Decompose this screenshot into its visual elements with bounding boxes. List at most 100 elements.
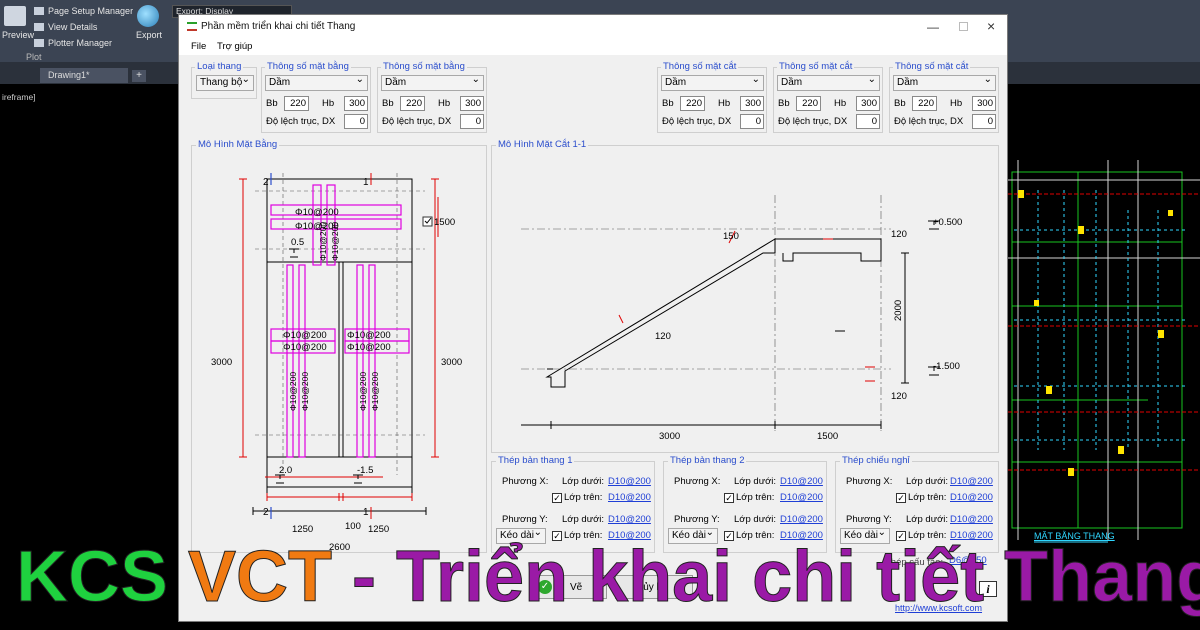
section-dim-120-top: 120	[891, 229, 907, 240]
section-3-bb-input[interactable]: 220	[912, 96, 937, 111]
section-1-dx-label: Độ lệch trục, DX	[662, 116, 732, 127]
section-3-hb-input[interactable]: 300	[972, 96, 996, 111]
section-params-3: Thông số mặt cắt Dầm Bb 220 Hb 300 Độ lệ…	[889, 61, 999, 133]
section-params-2-title: Thông số mặt cắt	[777, 61, 855, 72]
export-button-label[interactable]: Export	[136, 30, 162, 40]
maximize-icon	[959, 22, 968, 31]
section-2-type-combo[interactable]: Dầm	[777, 73, 880, 91]
drawing-tab[interactable]: Drawing1*	[40, 68, 128, 83]
steel-1-y-duoi-link[interactable]: D10@200	[608, 514, 651, 525]
steel-3-x-tren-link[interactable]: D10@200	[950, 492, 993, 503]
plan-1-bb-input[interactable]: 220	[284, 96, 309, 111]
steel-1-x-duoi-label: Lớp dưới:	[562, 476, 605, 487]
viewport-style-label[interactable]: ireframe]	[2, 92, 36, 102]
loai-thang-combo[interactable]: Thang bộ	[196, 73, 254, 91]
new-tab-button[interactable]: +	[132, 70, 146, 82]
headline-vct: VCT	[188, 537, 333, 618]
steel-3-x-tren-checkbox[interactable]: ✓	[896, 493, 906, 503]
plan-rebar-label-5: Φ10@200	[347, 330, 391, 341]
view-details-button[interactable]: View Details	[48, 22, 97, 32]
plan-rebar-label-3: Φ10@200	[283, 330, 327, 341]
steel-2-y-duoi-link[interactable]: D10@200	[780, 514, 823, 525]
section-model-title: Mô Hình Mặt Cắt 1-1	[496, 139, 589, 150]
plan-dim-left: 3000	[211, 357, 232, 368]
view-details-icon	[34, 23, 44, 31]
menu-help[interactable]: Trợ giúp	[217, 41, 252, 52]
menu-file[interactable]: File	[191, 41, 206, 52]
plotter-manager-icon	[34, 39, 44, 47]
plotter-manager-button[interactable]: Plotter Manager	[48, 38, 112, 48]
steel-1-y-duoi-label: Lớp dưới:	[562, 514, 605, 525]
plan-vrebar-2: Φ10@200	[330, 222, 340, 261]
plot-panel-label: Plot	[26, 52, 42, 62]
plan-2-hb-label: Hb	[438, 98, 451, 109]
steel-1-py-label: Phương Y:	[502, 514, 548, 525]
section-model-canvas[interactable]: 150 120 120 120 +0.500 -1.500 2000 3000 …	[493, 155, 997, 451]
preview-button-label[interactable]: Preview	[2, 30, 34, 40]
plan-level-3: -1.5	[357, 465, 373, 476]
section-2-bb-input[interactable]: 220	[796, 96, 821, 111]
section-1-hb-input[interactable]: 300	[740, 96, 764, 111]
preview-icon[interactable]	[4, 6, 26, 26]
title-bar[interactable]: Phần mềm triển khai chi tiết Thang — ×	[179, 15, 1007, 39]
steel-2-x-duoi-label: Lớp dưới:	[734, 476, 777, 487]
plan-rebar-label-6: Φ10@200	[347, 342, 391, 353]
plan-params-2-title: Thông số mặt bằng	[381, 61, 467, 72]
plan-model-title: Mô Hình Mặt Bằng	[196, 139, 280, 150]
steel-3-py-label: Phương Y:	[846, 514, 892, 525]
section-params-3-title: Thông số mặt cắt	[893, 61, 971, 72]
section-1-bb-input[interactable]: 220	[680, 96, 705, 111]
export-icon[interactable]	[137, 5, 159, 27]
loai-thang-group: Loại thang Thang bộ	[191, 61, 257, 99]
plan-2-dx-input[interactable]: 0	[460, 114, 484, 129]
section-dim-2000: 2000	[893, 300, 904, 321]
steel-3-y-duoi-label: Lớp dưới:	[906, 514, 949, 525]
plan-1-hb-input[interactable]: 300	[344, 96, 368, 111]
plan-1-bb-label: Bb	[266, 98, 278, 109]
steel-3-y-duoi-link[interactable]: D10@200	[950, 514, 993, 525]
section-2-hb-input[interactable]: 300	[856, 96, 880, 111]
plan-params-1-title: Thông số mặt bằng	[265, 61, 351, 72]
steel-2-x-tren-label: Lớp trên:	[736, 492, 775, 503]
close-icon[interactable]: ×	[987, 18, 995, 34]
steel-1-x-tren-label: Lớp trên:	[564, 492, 603, 503]
minimize-icon[interactable]: —	[927, 20, 939, 34]
plan-vrebar-5: Φ10@200	[358, 372, 368, 411]
steel-1-x-tren-checkbox[interactable]: ✓	[552, 493, 562, 503]
steel-1-x-tren-link[interactable]: D10@200	[608, 492, 651, 503]
section-3-dx-input[interactable]: 0	[972, 114, 996, 129]
plan-1-type-combo[interactable]: Dầm	[265, 73, 368, 91]
steel-2-x-duoi-link[interactable]: D10@200	[780, 476, 823, 487]
plan-2-hb-input[interactable]: 300	[460, 96, 484, 111]
plan-model-canvas[interactable]: 2 1 2 1 Φ10@200 Φ10@200 Φ10@200 Φ10@200 …	[193, 155, 485, 551]
plan-level-1: 0.5	[291, 237, 304, 248]
plan-vrebar-4: Φ10@200	[300, 372, 310, 411]
plan-vrebar-6: Φ10@200	[370, 372, 380, 411]
plan-1-dx-input[interactable]: 0	[344, 114, 368, 129]
section-3-type-combo[interactable]: Dầm	[893, 73, 996, 91]
section-params-2: Thông số mặt cắt Dầm Bb 220 Hb 300 Độ lệ…	[773, 61, 883, 133]
page-setup-button[interactable]: Page Setup Manager	[48, 6, 133, 16]
section-1-type-combo[interactable]: Dầm	[661, 73, 764, 91]
steel-1-x-duoi-link[interactable]: D10@200	[608, 476, 651, 487]
steel-2-x-tren-checkbox[interactable]: ✓	[724, 493, 734, 503]
plan-vrebar-1: Φ10@200	[318, 222, 328, 261]
plan-axis-1-top: 1	[363, 177, 369, 188]
headline-banner: KCS VCT - Triển khai chi tiết Thang	[0, 532, 1200, 630]
plan-2-bb-input[interactable]: 220	[400, 96, 425, 111]
menu-bar: File Trợ giúp	[179, 39, 1007, 55]
steel-3-x-duoi-link[interactable]: D10@200	[950, 476, 993, 487]
section-3-bb-label: Bb	[894, 98, 906, 109]
section-2-dx-input[interactable]: 0	[856, 114, 880, 129]
plan-1500-label: 1500	[434, 217, 455, 228]
steel-3-px-label: Phương X:	[846, 476, 893, 487]
plan-2-type-combo[interactable]: Dầm	[381, 73, 484, 91]
section-params-1-title: Thông số mặt cắt	[661, 61, 739, 72]
headline-title: - Triển khai chi tiết Thang	[332, 537, 1200, 618]
steel-2-x-tren-link[interactable]: D10@200	[780, 492, 823, 503]
section-2-dx-label: Độ lệch trục, DX	[778, 116, 848, 127]
section-1-dx-input[interactable]: 0	[740, 114, 764, 129]
loai-thang-title: Loại thang	[195, 61, 244, 72]
cad-plan-drawing	[1008, 160, 1200, 543]
section-level-bottom: -1.500	[933, 361, 960, 372]
